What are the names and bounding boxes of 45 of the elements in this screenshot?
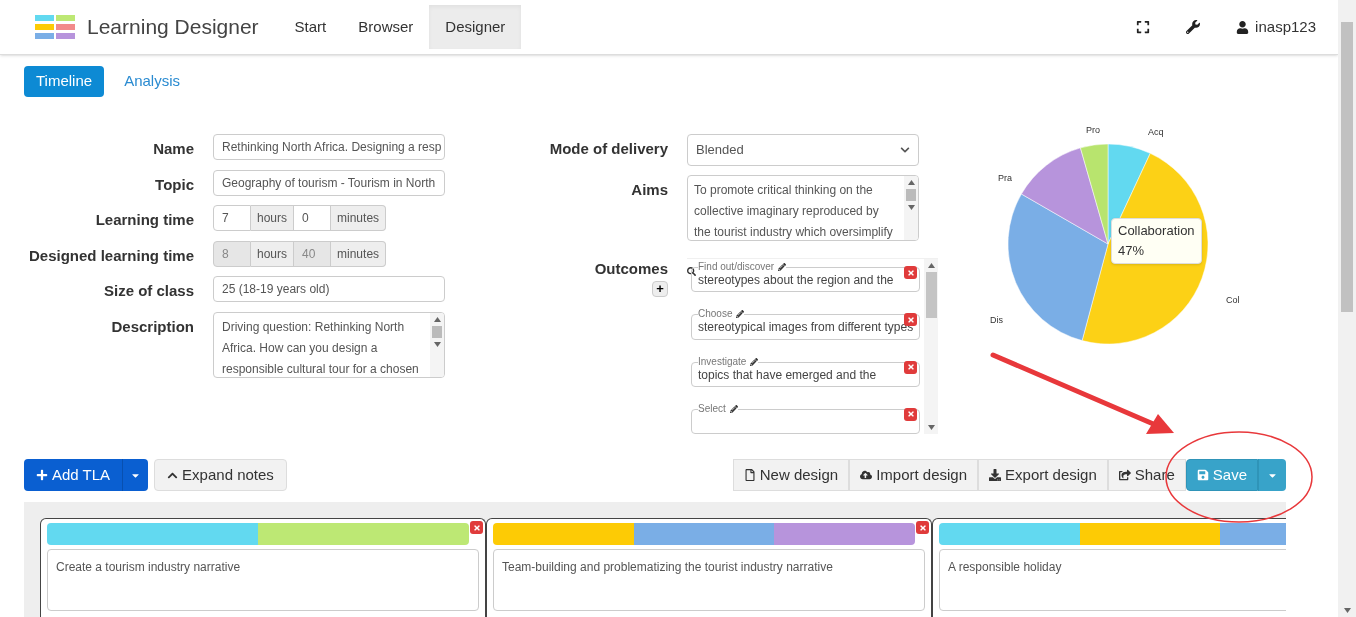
toolbar-button[interactable]: New design [732,459,850,491]
description-textarea[interactable]: Driving question: Rethinking North Africa. How can you design a responsible cultural tour for a chosen [213,311,445,378]
tla-title-field[interactable]: Team-building and problematizing the tourist industry narrative [493,549,925,611]
pie-label: Pra [998,172,1012,185]
nav-tab[interactable]: Start [278,5,343,49]
view-tab[interactable]: Analysis [112,66,192,97]
field-label: Name [153,140,194,157]
pie-label: Col [1226,294,1240,307]
hours-unit: hours [251,240,294,267]
hours-input[interactable]: 7 [213,205,251,231]
field-label: Outcomes [594,259,668,279]
field-label: Designed learning time [28,246,194,264]
nav-tab[interactable]: Browser [342,5,430,49]
aims-textarea[interactable]: To promote critical thinking on the collective imaginary reproduced by the tourist industry which oversimplify [687,175,919,241]
expand-notes-button[interactable]: Expand notes [154,459,287,491]
minutes-unit: minutes [331,205,387,231]
add-tla-button[interactable]: Add TLA [24,459,123,491]
pie-label: Dis [990,314,1003,327]
text-field[interactable]: Rethinking North Africa. Designing a resp [213,134,445,160]
tla-title-field[interactable]: A responsible holiday [939,549,1286,611]
field-label: Learning time [95,211,194,228]
hours-input: 8 [213,240,251,267]
chart-tooltip: Collaboration 47% [1111,218,1202,264]
minutes-input[interactable]: 0 [293,205,332,231]
add-outcome-button[interactable]: + [652,280,668,297]
view-tab[interactable]: Timeline [24,66,105,97]
text-field[interactable]: 25 (18-19 years old) [213,276,445,302]
minutes-unit: minutes [331,240,387,267]
field-label: Description [111,317,194,335]
toolbar-button[interactable]: Export design [978,459,1108,491]
delivery-select[interactable]: Blended [687,134,919,166]
field-label: Aims [631,181,668,198]
pie-label: Pro [1086,124,1100,137]
field-label: Size of class [103,282,194,299]
field-label: Topic [155,175,194,193]
text-field[interactable]: Geography of tourism - Tourism in North [213,169,445,196]
tla-title-field[interactable]: Create a tourism industry narrative [47,549,479,611]
toolbar-button[interactable]: Import design [849,459,979,491]
field-label: Mode of delivery [549,140,668,157]
minutes-input: 40 [293,240,332,267]
pie-label: Acq [1148,126,1164,139]
hours-unit: hours [251,205,294,231]
app-title[interactable]: Learning Designer [87,11,259,43]
user-name[interactable]: inasp123 [1255,15,1316,39]
nav-tab[interactable]: Designer [429,5,522,49]
